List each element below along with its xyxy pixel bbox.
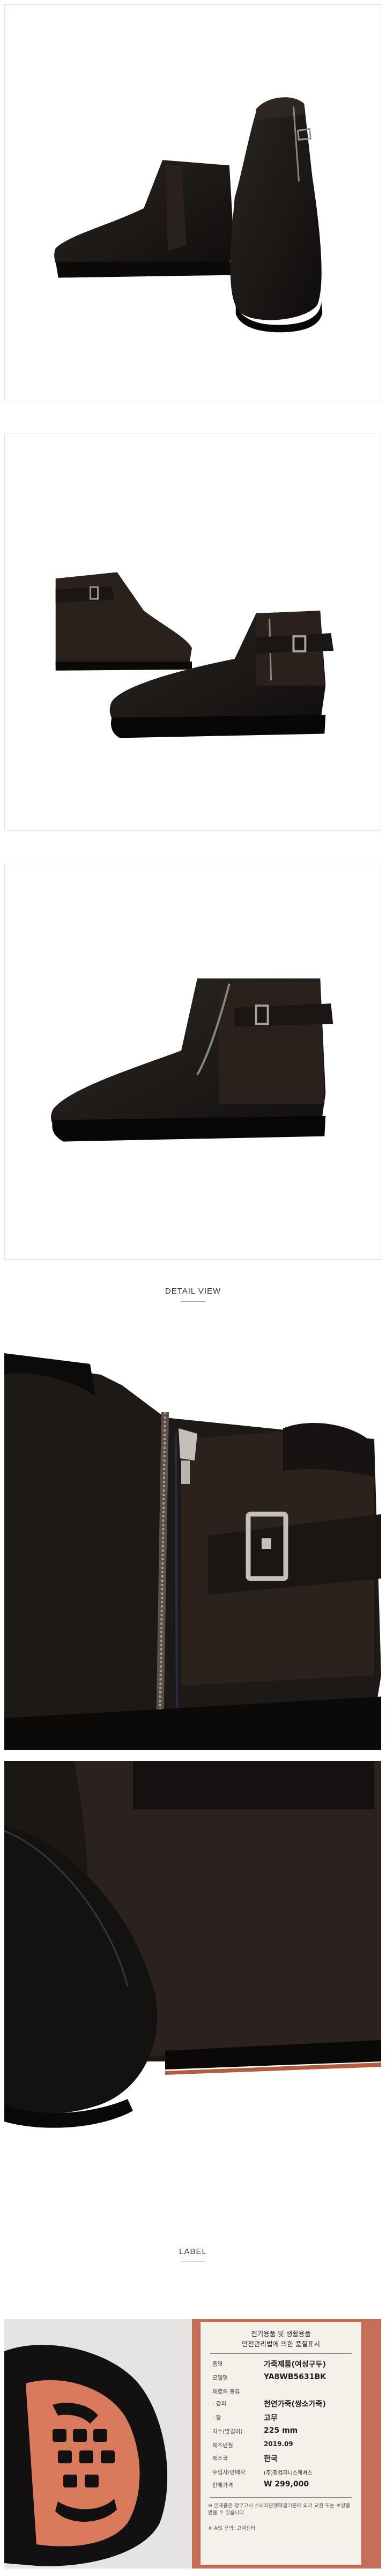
label-tag-title-line1: 전기용품 및 생활용품 [251,2330,311,2338]
outsole-image [4,2345,168,2566]
label-tag-value: 2019.09 [264,2440,293,2448]
label-tag: 전기용품 및 생활용품 안전관리법에 의한 품질표시 품명 가죽제품(여성구두)… [201,2322,361,2565]
detail-view-heading-rule [181,1301,205,1302]
label-tag-row: 제조년월 2019.09 [212,2439,356,2452]
label-tag-key: 제조년월 [212,2442,233,2449]
label-tag-value: 고무 [264,2414,278,2423]
product-photo-single [4,863,381,1260]
label-tag-key: 제조국 [212,2455,228,2462]
boots-pair-front-image [54,97,323,333]
label-tag-key: 재료의 종류 [212,2389,240,2395]
detail-photo-zipper-buckle [4,1353,381,1750]
label-tag-key: 수입자/판매자 [212,2469,246,2476]
label-tag-divider-top [210,2353,352,2354]
label-tag-row: 재료의 종류 [212,2386,356,2398]
label-tag-row: · 갑피 천연가죽(쌍소가죽) [212,2397,356,2410]
label-tag-note: ※ 본제품은 정부고시 소비자분쟁해결기준에 의거 교환 또는 보상을 받을 수… [208,2503,351,2516]
zipper-buckle-closeup-image [4,1353,381,1750]
label-tag-value: 225 mm [264,2426,298,2435]
detail-photo-toe-sole [4,1761,381,2158]
label-tag-value: (주)핑컴퍼니스케쳐스 [264,2470,313,2476]
label-tag-key: 판매가격 [212,2482,233,2489]
label-tag-title-line2: 안전관리법에 의한 품질표시 [242,2340,320,2348]
label-tag-key: · 창 [212,2414,221,2421]
label-tag-key: 치수(발길이) [212,2428,243,2435]
label-tag-row: 판매가격 W 299,000 [212,2479,356,2492]
detail-view-heading-text: DETAIL VIEW [165,1287,221,1296]
label-heading: LABEL [0,2247,386,2262]
sole-photo [4,2319,192,2568]
label-tag-value: 천연가죽(쌍소가죽) [264,2400,326,2409]
label-tag-value: 가죽제품(여성구두) [264,2360,326,2369]
label-tag-key: 모델명 [212,2375,228,2381]
label-tag-row: 품명 가죽제품(여성구두) [212,2358,356,2370]
label-heading-text: LABEL [179,2247,207,2256]
label-tag-key: 품명 [212,2361,223,2367]
label-tag-photo: 전기용품 및 생활용품 안전관리법에 의한 품질표시 품명 가죽제품(여성구두)… [192,2319,381,2568]
label-panel: 전기용품 및 생활용품 안전관리법에 의한 품질표시 품명 가죽제품(여성구두)… [4,2319,381,2568]
label-tag-row: · 창 고무 [212,2411,356,2424]
boots-pair-side-image [55,572,334,738]
label-tag-key: · 갑피 [212,2401,226,2407]
label-tag-value: W 299,000 [264,2480,309,2489]
label-tag-title: 전기용품 및 생활용품 안전관리법에 의한 품질표시 [201,2329,361,2349]
product-photo-pair-side [4,434,381,831]
label-tag-note: ※ A/S 문의: 고객센터 [208,2526,256,2531]
label-tag-divider-bottom [210,2497,352,2498]
label-tag-row: 제조국 한국 [212,2452,356,2465]
label-tag-row: 치수(발길이) 225 mm [212,2425,356,2438]
label-tag-row: 수입자/판매자 (주)핑컴퍼니스케쳐스 [212,2466,356,2479]
label-tag-value: 한국 [264,2455,278,2463]
product-photo-pair-front [4,4,381,401]
boot-single-side-image [51,978,333,1142]
detail-view-heading: DETAIL VIEW [0,1287,386,1302]
label-tag-row: 모델명 YA8WB5631BK [212,2372,356,2384]
label-tag-value: YA8WB5631BK [264,2373,326,2381]
toe-sole-closeup-image [4,1761,381,2158]
